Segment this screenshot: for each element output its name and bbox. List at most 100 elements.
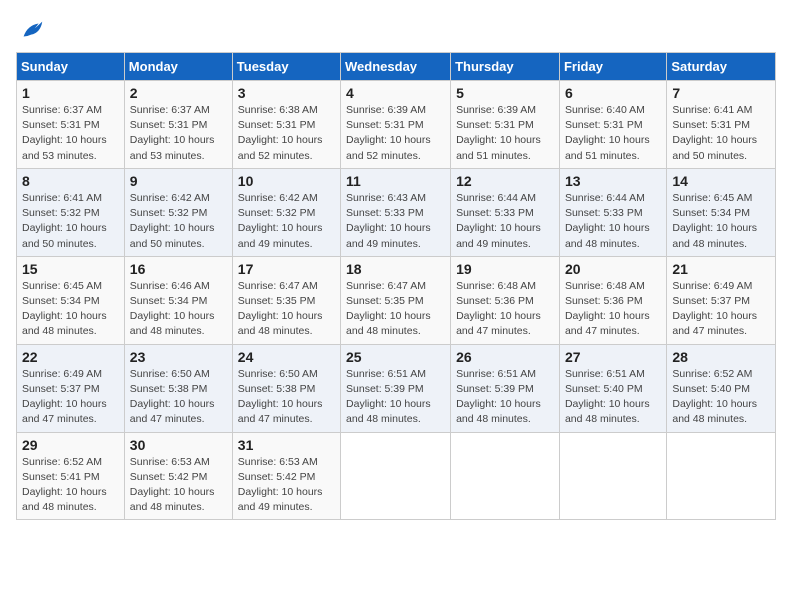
day-number: 27 <box>565 349 661 365</box>
day-number: 23 <box>130 349 227 365</box>
calendar-day-cell: 8 Sunrise: 6:41 AM Sunset: 5:32 PM Dayli… <box>17 168 125 256</box>
calendar-day-cell: 21 Sunrise: 6:49 AM Sunset: 5:37 PM Dayl… <box>667 256 776 344</box>
weekday-header: Saturday <box>667 53 776 81</box>
calendar-day-cell: 11 Sunrise: 6:43 AM Sunset: 5:33 PM Dayl… <box>341 168 451 256</box>
day-number: 14 <box>672 173 770 189</box>
day-number: 19 <box>456 261 554 277</box>
day-number: 15 <box>22 261 119 277</box>
calendar-day-cell: 13 Sunrise: 6:44 AM Sunset: 5:33 PM Dayl… <box>559 168 666 256</box>
day-info: Sunrise: 6:50 AM Sunset: 5:38 PM Dayligh… <box>130 367 227 428</box>
day-number: 31 <box>238 437 335 453</box>
day-info: Sunrise: 6:38 AM Sunset: 5:31 PM Dayligh… <box>238 103 335 164</box>
calendar-week-row: 8 Sunrise: 6:41 AM Sunset: 5:32 PM Dayli… <box>17 168 776 256</box>
weekday-header: Thursday <box>451 53 560 81</box>
calendar-day-cell: 24 Sunrise: 6:50 AM Sunset: 5:38 PM Dayl… <box>232 344 340 432</box>
day-info: Sunrise: 6:43 AM Sunset: 5:33 PM Dayligh… <box>346 191 445 252</box>
weekday-header: Sunday <box>17 53 125 81</box>
day-number: 7 <box>672 85 770 101</box>
day-number: 9 <box>130 173 227 189</box>
day-info: Sunrise: 6:48 AM Sunset: 5:36 PM Dayligh… <box>456 279 554 340</box>
day-number: 13 <box>565 173 661 189</box>
day-info: Sunrise: 6:51 AM Sunset: 5:39 PM Dayligh… <box>346 367 445 428</box>
calendar-day-cell: 30 Sunrise: 6:53 AM Sunset: 5:42 PM Dayl… <box>124 432 232 520</box>
day-info: Sunrise: 6:53 AM Sunset: 5:42 PM Dayligh… <box>130 455 227 516</box>
day-info: Sunrise: 6:44 AM Sunset: 5:33 PM Dayligh… <box>565 191 661 252</box>
day-info: Sunrise: 6:42 AM Sunset: 5:32 PM Dayligh… <box>130 191 227 252</box>
calendar-day-cell: 3 Sunrise: 6:38 AM Sunset: 5:31 PM Dayli… <box>232 81 340 169</box>
day-number: 20 <box>565 261 661 277</box>
day-info: Sunrise: 6:37 AM Sunset: 5:31 PM Dayligh… <box>22 103 119 164</box>
day-info: Sunrise: 6:47 AM Sunset: 5:35 PM Dayligh… <box>346 279 445 340</box>
calendar-day-cell: 4 Sunrise: 6:39 AM Sunset: 5:31 PM Dayli… <box>341 81 451 169</box>
calendar-day-cell: 16 Sunrise: 6:46 AM Sunset: 5:34 PM Dayl… <box>124 256 232 344</box>
day-number: 25 <box>346 349 445 365</box>
day-info: Sunrise: 6:44 AM Sunset: 5:33 PM Dayligh… <box>456 191 554 252</box>
logo-bird-icon <box>18 16 46 44</box>
weekday-header: Wednesday <box>341 53 451 81</box>
calendar-day-cell: 14 Sunrise: 6:45 AM Sunset: 5:34 PM Dayl… <box>667 168 776 256</box>
day-info: Sunrise: 6:41 AM Sunset: 5:31 PM Dayligh… <box>672 103 770 164</box>
calendar-day-cell: 25 Sunrise: 6:51 AM Sunset: 5:39 PM Dayl… <box>341 344 451 432</box>
calendar-day-cell: 27 Sunrise: 6:51 AM Sunset: 5:40 PM Dayl… <box>559 344 666 432</box>
calendar-day-cell: 20 Sunrise: 6:48 AM Sunset: 5:36 PM Dayl… <box>559 256 666 344</box>
calendar-day-cell: 18 Sunrise: 6:47 AM Sunset: 5:35 PM Dayl… <box>341 256 451 344</box>
calendar-day-cell <box>559 432 666 520</box>
day-info: Sunrise: 6:37 AM Sunset: 5:31 PM Dayligh… <box>130 103 227 164</box>
calendar-day-cell: 15 Sunrise: 6:45 AM Sunset: 5:34 PM Dayl… <box>17 256 125 344</box>
day-info: Sunrise: 6:53 AM Sunset: 5:42 PM Dayligh… <box>238 455 335 516</box>
day-number: 3 <box>238 85 335 101</box>
calendar-day-cell: 29 Sunrise: 6:52 AM Sunset: 5:41 PM Dayl… <box>17 432 125 520</box>
day-info: Sunrise: 6:48 AM Sunset: 5:36 PM Dayligh… <box>565 279 661 340</box>
calendar-week-row: 22 Sunrise: 6:49 AM Sunset: 5:37 PM Dayl… <box>17 344 776 432</box>
day-info: Sunrise: 6:49 AM Sunset: 5:37 PM Dayligh… <box>22 367 119 428</box>
logo <box>16 16 46 44</box>
day-number: 17 <box>238 261 335 277</box>
day-info: Sunrise: 6:40 AM Sunset: 5:31 PM Dayligh… <box>565 103 661 164</box>
day-info: Sunrise: 6:45 AM Sunset: 5:34 PM Dayligh… <box>22 279 119 340</box>
day-number: 11 <box>346 173 445 189</box>
calendar-day-cell <box>667 432 776 520</box>
day-number: 5 <box>456 85 554 101</box>
day-number: 4 <box>346 85 445 101</box>
calendar-week-row: 29 Sunrise: 6:52 AM Sunset: 5:41 PM Dayl… <box>17 432 776 520</box>
calendar-day-cell: 1 Sunrise: 6:37 AM Sunset: 5:31 PM Dayli… <box>17 81 125 169</box>
day-info: Sunrise: 6:45 AM Sunset: 5:34 PM Dayligh… <box>672 191 770 252</box>
day-info: Sunrise: 6:52 AM Sunset: 5:40 PM Dayligh… <box>672 367 770 428</box>
calendar-day-cell: 22 Sunrise: 6:49 AM Sunset: 5:37 PM Dayl… <box>17 344 125 432</box>
day-number: 16 <box>130 261 227 277</box>
day-number: 21 <box>672 261 770 277</box>
day-info: Sunrise: 6:39 AM Sunset: 5:31 PM Dayligh… <box>456 103 554 164</box>
calendar-day-cell: 26 Sunrise: 6:51 AM Sunset: 5:39 PM Dayl… <box>451 344 560 432</box>
calendar-week-row: 1 Sunrise: 6:37 AM Sunset: 5:31 PM Dayli… <box>17 81 776 169</box>
calendar-day-cell: 6 Sunrise: 6:40 AM Sunset: 5:31 PM Dayli… <box>559 81 666 169</box>
weekday-header: Friday <box>559 53 666 81</box>
day-number: 6 <box>565 85 661 101</box>
weekday-header: Tuesday <box>232 53 340 81</box>
day-number: 12 <box>456 173 554 189</box>
day-number: 28 <box>672 349 770 365</box>
day-info: Sunrise: 6:49 AM Sunset: 5:37 PM Dayligh… <box>672 279 770 340</box>
calendar-day-cell: 12 Sunrise: 6:44 AM Sunset: 5:33 PM Dayl… <box>451 168 560 256</box>
day-number: 30 <box>130 437 227 453</box>
day-info: Sunrise: 6:51 AM Sunset: 5:39 PM Dayligh… <box>456 367 554 428</box>
calendar-day-cell: 31 Sunrise: 6:53 AM Sunset: 5:42 PM Dayl… <box>232 432 340 520</box>
calendar-day-cell: 2 Sunrise: 6:37 AM Sunset: 5:31 PM Dayli… <box>124 81 232 169</box>
day-number: 26 <box>456 349 554 365</box>
day-number: 18 <box>346 261 445 277</box>
calendar-table: SundayMondayTuesdayWednesdayThursdayFrid… <box>16 52 776 520</box>
calendar-day-cell: 23 Sunrise: 6:50 AM Sunset: 5:38 PM Dayl… <box>124 344 232 432</box>
calendar-day-cell: 19 Sunrise: 6:48 AM Sunset: 5:36 PM Dayl… <box>451 256 560 344</box>
calendar-day-cell: 28 Sunrise: 6:52 AM Sunset: 5:40 PM Dayl… <box>667 344 776 432</box>
calendar-week-row: 15 Sunrise: 6:45 AM Sunset: 5:34 PM Dayl… <box>17 256 776 344</box>
calendar-day-cell: 17 Sunrise: 6:47 AM Sunset: 5:35 PM Dayl… <box>232 256 340 344</box>
day-info: Sunrise: 6:51 AM Sunset: 5:40 PM Dayligh… <box>565 367 661 428</box>
day-info: Sunrise: 6:46 AM Sunset: 5:34 PM Dayligh… <box>130 279 227 340</box>
weekday-header: Monday <box>124 53 232 81</box>
day-number: 1 <box>22 85 119 101</box>
calendar-day-cell: 7 Sunrise: 6:41 AM Sunset: 5:31 PM Dayli… <box>667 81 776 169</box>
day-number: 2 <box>130 85 227 101</box>
day-number: 8 <box>22 173 119 189</box>
calendar-day-cell: 10 Sunrise: 6:42 AM Sunset: 5:32 PM Dayl… <box>232 168 340 256</box>
day-info: Sunrise: 6:39 AM Sunset: 5:31 PM Dayligh… <box>346 103 445 164</box>
day-number: 10 <box>238 173 335 189</box>
